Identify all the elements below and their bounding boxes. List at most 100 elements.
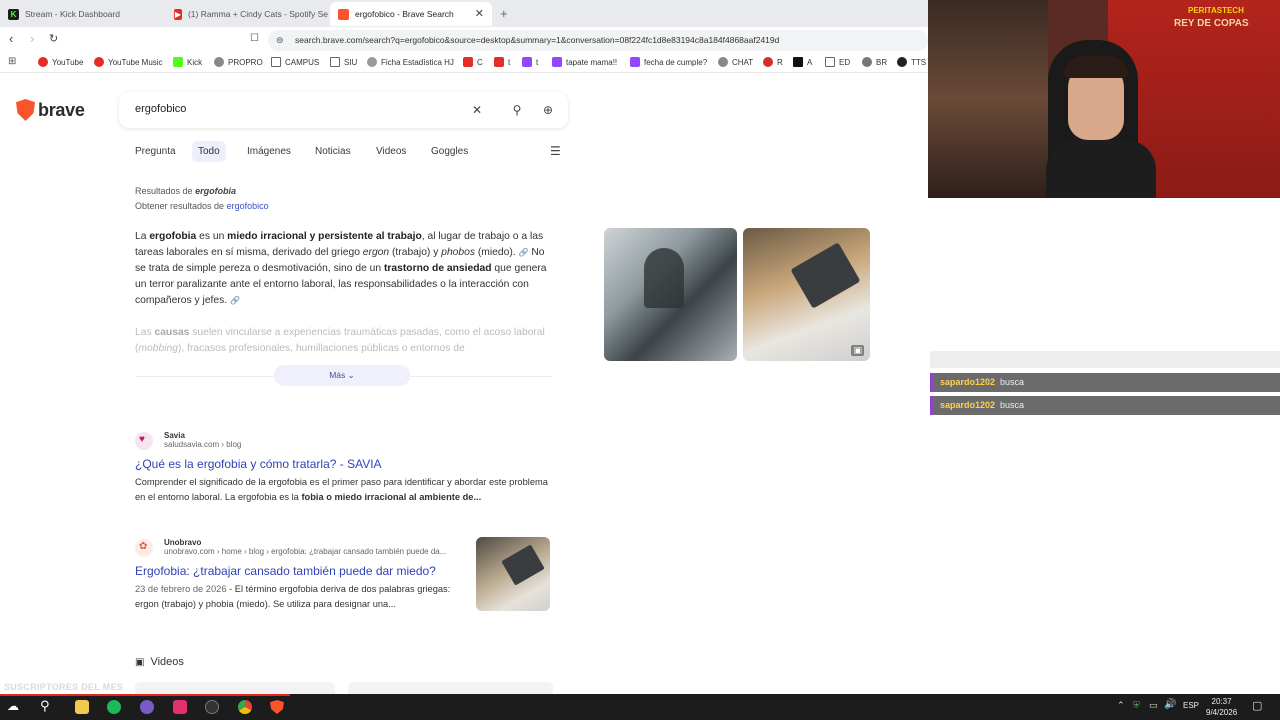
weather-icon[interactable]: ☁ (7, 699, 19, 713)
spotify-icon[interactable] (107, 700, 121, 714)
video-icon: ▣ (135, 656, 145, 668)
youtube-icon (38, 57, 48, 67)
tab-pregunta[interactable]: Pregunta (129, 141, 182, 162)
ask-ai-icon[interactable]: ⊕ (540, 102, 556, 118)
bookmark-t1[interactable]: t (494, 57, 510, 67)
original-term-link[interactable]: ergofobico (227, 201, 269, 211)
back-icon[interactable]: ‹ (9, 31, 13, 46)
site-url[interactable]: unobravo.com › home › blog › ergofobia: … (164, 547, 469, 556)
network-icon[interactable]: ▭ (1149, 700, 1158, 711)
notifications-icon[interactable]: ▢ (1252, 699, 1262, 712)
tiktok-icon[interactable] (173, 700, 187, 714)
unobravo-favicon: ✿ (135, 539, 153, 557)
bookmark-ficha[interactable]: Ficha Estadística HJ (367, 57, 454, 67)
citation-link-icon[interactable]: 🔗 (230, 296, 240, 305)
clock[interactable]: 20:37 9/4/2026 (1206, 696, 1237, 718)
videos-section-heading: ▣ Videos (135, 656, 184, 668)
language-indicator[interactable]: ESP (1183, 701, 1199, 710)
address-bar[interactable]: ⊜ search.brave.com/search?q=ergofobico&s… (268, 30, 928, 51)
close-tab-icon[interactable]: ✕ (475, 7, 484, 20)
brave-icon[interactable] (270, 700, 284, 714)
chrome-icon[interactable] (238, 700, 252, 714)
tab-kick-dashboard[interactable]: K Stream - Kick Dashboard (0, 2, 164, 26)
bookmark-propro[interactable]: PROPRO (214, 57, 263, 67)
clear-icon[interactable]: ✕ (469, 102, 485, 118)
search-input[interactable]: ergofobico (135, 103, 186, 115)
bookmark-label: C (477, 57, 483, 67)
bookmark-youtube[interactable]: YouTube (38, 57, 83, 67)
summary-italic: mobbing (138, 343, 178, 354)
reddit-icon (763, 57, 773, 67)
file-explorer-icon[interactable] (75, 700, 89, 714)
search-icon[interactable]: ⚲ (509, 102, 525, 118)
bookmark-siu[interactable]: SIU (330, 57, 357, 67)
corrected-term[interactable]: ergofobia (195, 186, 236, 196)
video-card[interactable] (348, 682, 553, 694)
result-thumbnail[interactable] (476, 537, 550, 611)
bookmark-youtube-music[interactable]: YouTube Music (94, 57, 163, 67)
forward-icon[interactable]: › (30, 31, 34, 46)
tab-imagenes[interactable]: Imágenes (241, 141, 297, 162)
result-title-link[interactable]: Ergofobia: ¿trabajar cansado también pue… (135, 564, 436, 578)
bookmark-t2[interactable]: t (522, 57, 538, 67)
summary-text: La (135, 231, 150, 242)
tab-spotify[interactable]: ▶ (1) Ramma + Cindy Cats - Spotify Se (166, 2, 328, 26)
summary-image-stressed-worker[interactable] (604, 228, 737, 361)
bookmark-br[interactable]: BR (862, 57, 887, 67)
reload-icon[interactable]: ↻ (49, 32, 58, 45)
shield-icon[interactable]: ⛨ (1133, 700, 1140, 711)
apps-grid-icon[interactable]: ⊞ (8, 56, 16, 67)
more-button[interactable]: Más ⌄ (274, 365, 410, 386)
bookmark-kick[interactable]: Kick (173, 57, 202, 67)
brave-logo[interactable]: brave (16, 99, 85, 121)
bookmark-tts[interactable]: TTS (897, 57, 926, 67)
summary-image-laptop[interactable]: ▣ (743, 228, 870, 361)
chat-username: sapardo1202 (940, 377, 996, 387)
tab-title: (1) Ramma + Cindy Cats - Spotify Se (187, 9, 328, 19)
bookmark-r[interactable]: R (763, 57, 783, 67)
bookmark-label: ED (839, 57, 851, 67)
tab-noticias[interactable]: Noticias (309, 141, 357, 162)
chat-overlay-bar (930, 351, 1280, 368)
bookmark-label: YouTube Music (108, 57, 163, 67)
bookmark-c[interactable]: C (463, 57, 483, 67)
bookmark-icon[interactable]: ☐ (250, 33, 259, 44)
address-text: search.brave.com/search?q=ergofobico&sou… (295, 35, 780, 45)
new-tab-button[interactable]: + (500, 6, 508, 21)
summary-text: (trabajo) y (389, 247, 442, 258)
result-title-link[interactable]: ¿Qué es la ergofobia y cómo tratarla? - … (135, 457, 382, 471)
tab-todo[interactable]: Todo (192, 141, 226, 162)
summary-italic: ergon (362, 247, 390, 258)
folder-icon (271, 57, 281, 67)
twitch-icon (630, 57, 640, 67)
summary-bold: causas (154, 327, 190, 338)
bookmark-fecha[interactable]: fecha de cumple? (630, 57, 707, 67)
bookmark-label: t (508, 57, 511, 67)
site-url[interactable]: saludsavia.com › blog (164, 440, 241, 449)
gallery-icon[interactable]: ▣ (851, 345, 864, 356)
webcam-sign: PERITASTECH (1188, 6, 1244, 15)
windows-taskbar: ☁ ⚲ ⌃ ⛨ ▭ 🔊 ESP 20:37 9/4/2026 ▢ (0, 694, 1280, 720)
laptop-shape (501, 544, 545, 586)
search-box[interactable]: ergofobico ✕ ⚲ ⊕ (119, 92, 568, 128)
bookmark-a[interactable]: A (793, 57, 812, 67)
site-info-icon[interactable]: ⊜ (276, 30, 284, 51)
chevron-up-icon[interactable]: ⌃ (1117, 700, 1125, 711)
bookmark-tapate[interactable]: tapate mama!! (552, 57, 617, 67)
tab-goggles[interactable]: Goggles (425, 141, 474, 162)
volume-icon[interactable]: 🔊 (1164, 699, 1176, 710)
bookmark-campus[interactable]: CAMPUS (271, 57, 319, 67)
video-card[interactable] (135, 682, 335, 694)
bookshelf (928, 0, 1048, 198)
bookmark-ed[interactable]: ED (825, 57, 850, 67)
tab-brave-search[interactable]: ergofobico - Brave Search ✕ (330, 2, 492, 26)
filters-icon[interactable]: ☰ (550, 144, 561, 158)
site-name: Unobravo (164, 538, 202, 547)
citation-link-icon[interactable]: 🔗 (519, 248, 529, 257)
bookmark-label: tapate mama!! (566, 57, 618, 67)
discord-icon[interactable] (140, 700, 154, 714)
bookmark-chat[interactable]: CHAT (718, 57, 753, 67)
obs-icon[interactable] (205, 700, 219, 714)
search-icon[interactable]: ⚲ (40, 698, 50, 714)
tab-videos[interactable]: Videos (370, 141, 412, 162)
